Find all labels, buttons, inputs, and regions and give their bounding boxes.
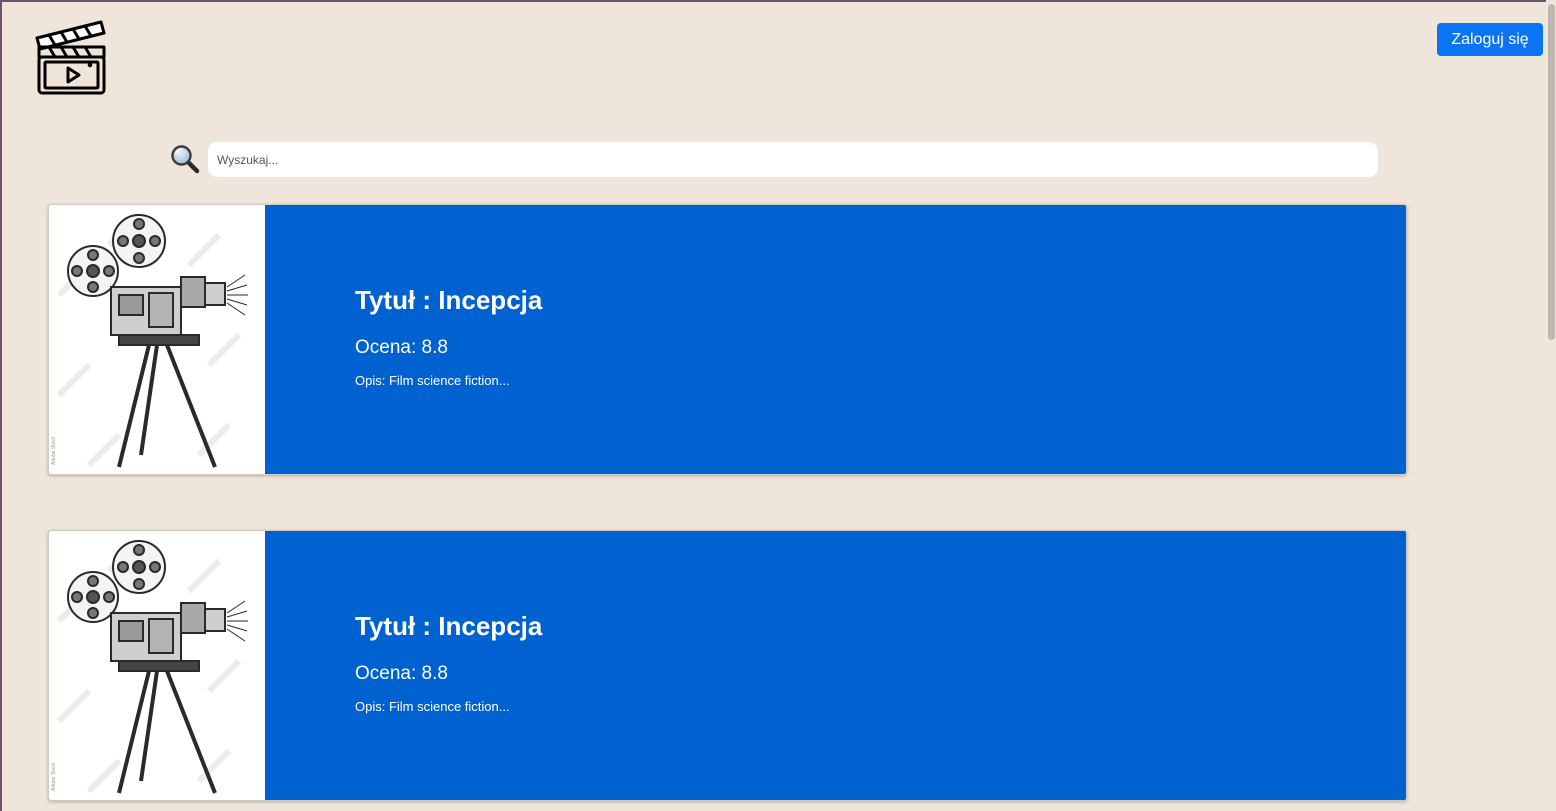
- vintage-film-camera-illustration: Adobe Stock: [51, 538, 248, 794]
- movie-poster: Adobe Stock: [49, 205, 265, 474]
- movie-description: Opis: Film science fiction...: [355, 373, 510, 388]
- movie-card[interactable]: Adobe Stock Tytuł : Incepcja Ocena: 8.8 …: [48, 204, 1407, 475]
- vertical-scrollbar[interactable]: [1546, 0, 1556, 811]
- login-button[interactable]: Zaloguj się: [1437, 23, 1543, 56]
- movie-description: Opis: Film science fiction...: [355, 699, 510, 714]
- svg-text:Adobe Stock: Adobe Stock: [51, 762, 57, 791]
- clapperboard-play-icon[interactable]: [35, 20, 107, 96]
- movie-rating: Ocena: 8.8: [355, 337, 448, 358]
- magnifier-icon: [171, 145, 200, 174]
- movie-title: Tytuł : Incepcja: [355, 285, 543, 315]
- search-input[interactable]: [208, 142, 1378, 177]
- vintage-film-camera-illustration: Adobe Stock: [51, 212, 248, 468]
- movie-title: Tytuł : Incepcja: [355, 611, 543, 641]
- svg-text:Adobe Stock: Adobe Stock: [51, 436, 57, 465]
- page-frame: Zaloguj się Wyszukaj... Adobe Stock Tytu…: [0, 0, 1546, 811]
- scrollbar-thumb[interactable]: [1548, 4, 1555, 340]
- movie-rating: Ocena: 8.8: [355, 663, 448, 684]
- movie-card[interactable]: Adobe Stock Tytuł : Incepcja Ocena: 8.8 …: [48, 530, 1407, 801]
- movie-poster: Adobe Stock: [49, 531, 265, 800]
- movie-details: Tytuł : Incepcja Ocena: 8.8 Opis: Film s…: [311, 205, 1406, 474]
- movie-details: Tytuł : Incepcja Ocena: 8.8 Opis: Film s…: [311, 531, 1406, 800]
